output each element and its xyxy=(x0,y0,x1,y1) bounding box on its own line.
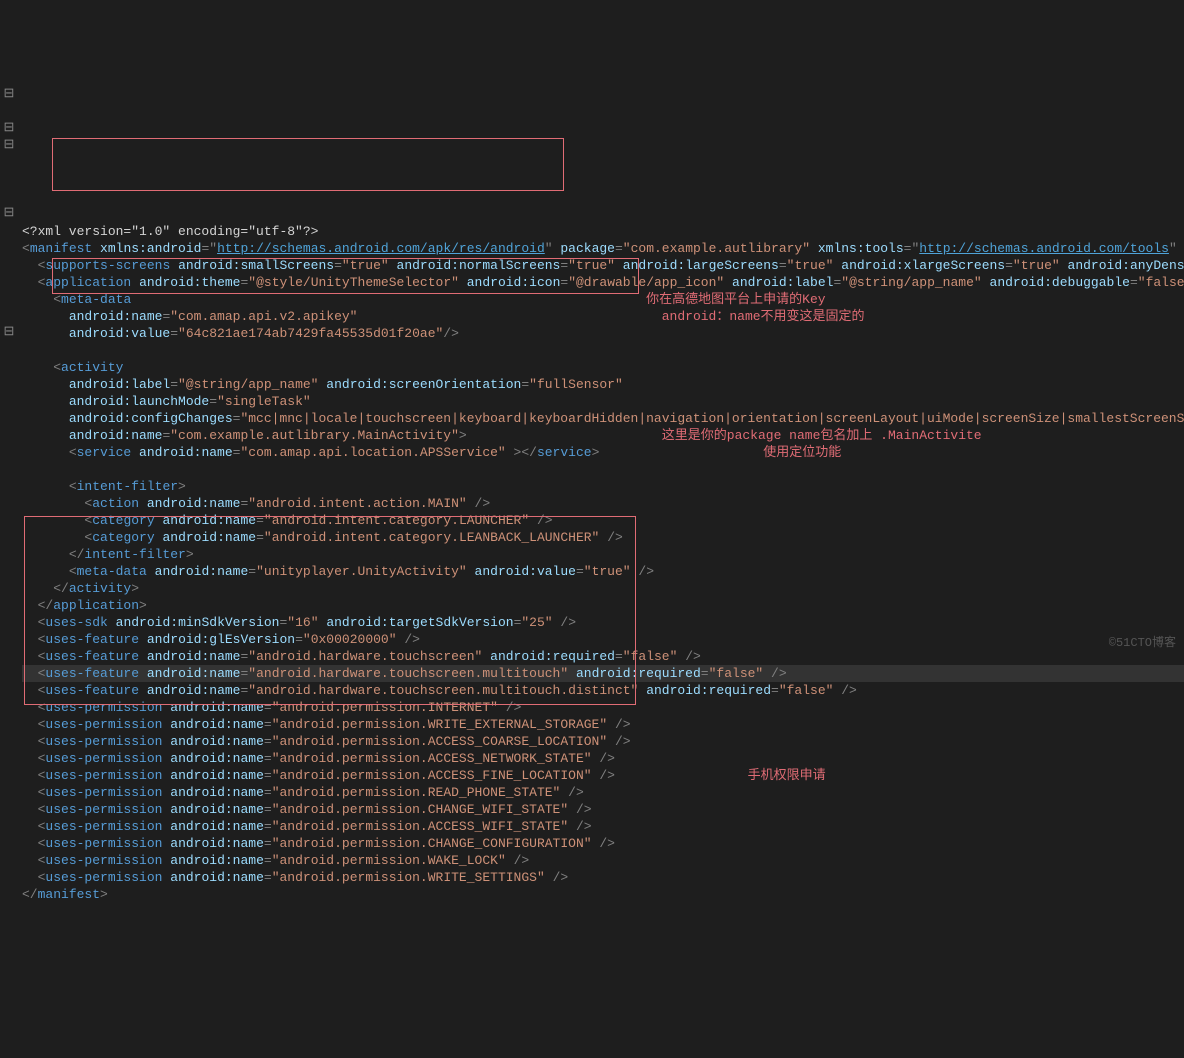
code-line: <uses-sdk android:minSdkVersion="16" and… xyxy=(22,614,1184,631)
code-line: <uses-feature android:glEsVersion="0x000… xyxy=(22,631,1184,648)
watermark: ©51CTO博客 xyxy=(1109,635,1176,652)
code-line: <uses-feature android:name="android.hard… xyxy=(22,648,1184,665)
code-line: <uses-permission android:name="android.p… xyxy=(22,784,1184,801)
code-line xyxy=(22,461,1184,478)
code-line: <category android:name="android.intent.c… xyxy=(22,512,1184,529)
code-line: <?xml version="1.0" encoding="utf-8"?> xyxy=(22,223,1184,240)
code-line: <uses-permission android:name="android.p… xyxy=(22,869,1184,886)
annotation-box-meta xyxy=(52,138,564,191)
fold-gutter: ⊟⊟⊟⊟⊟ xyxy=(0,68,18,782)
code-line: android:launchMode="singleTask" xyxy=(22,393,1184,410)
code-line: <meta-data android:name="unityplayer.Uni… xyxy=(22,563,1184,580)
code-line: <service android:name="com.amap.api.loca… xyxy=(22,444,1184,461)
code-line: <uses-permission android:name="android.p… xyxy=(22,750,1184,767)
code-line xyxy=(22,342,1184,359)
code-line: android:name="com.amap.api.v2.apikey" an… xyxy=(22,308,1184,325)
code-body: <?xml version="1.0" encoding="utf-8"?><m… xyxy=(22,223,1184,903)
code-line: <uses-permission android:name="android.p… xyxy=(22,852,1184,869)
code-line: <uses-permission android:name="android.p… xyxy=(22,767,1184,784)
code-line: android:label="@string/app_name" android… xyxy=(22,376,1184,393)
code-line: <uses-permission android:name="android.p… xyxy=(22,733,1184,750)
code-line: <category android:name="android.intent.c… xyxy=(22,529,1184,546)
code-editor: ⊟⊟⊟⊟⊟ <?xml version="1.0" encoding="utf-… xyxy=(0,68,1184,939)
code-line: <uses-permission android:name="android.p… xyxy=(22,699,1184,716)
code-line: <uses-permission android:name="android.p… xyxy=(22,801,1184,818)
code-line: <uses-permission android:name="android.p… xyxy=(22,716,1184,733)
code-line: </intent-filter> xyxy=(22,546,1184,563)
code-line: <uses-feature android:name="android.hard… xyxy=(22,665,1184,682)
code-line: <intent-filter> xyxy=(22,478,1184,495)
code-line: <application android:theme="@style/Unity… xyxy=(22,274,1184,291)
code-line: <meta-data 你在高德地图平台上申请的Key xyxy=(22,291,1184,308)
code-line: android:name="com.example.autlibrary.Mai… xyxy=(22,427,1184,444)
code-line: </manifest> xyxy=(22,886,1184,903)
code-line: android:value="64c821ae174ab7429fa45535d… xyxy=(22,325,1184,342)
code-line: <activity xyxy=(22,359,1184,376)
code-line: </activity> xyxy=(22,580,1184,597)
code-line: <action android:name="android.intent.act… xyxy=(22,495,1184,512)
code-line: </application> xyxy=(22,597,1184,614)
code-line: <uses-permission android:name="android.p… xyxy=(22,818,1184,835)
code-line: <uses-permission android:name="android.p… xyxy=(22,835,1184,852)
code-line: <manifest xmlns:android="http://schemas.… xyxy=(22,240,1184,257)
code-line: android:configChanges="mcc|mnc|locale|to… xyxy=(22,410,1184,427)
code-line: <uses-feature android:name="android.hard… xyxy=(22,682,1184,699)
code-line: <supports-screens android:smallScreens="… xyxy=(22,257,1184,274)
